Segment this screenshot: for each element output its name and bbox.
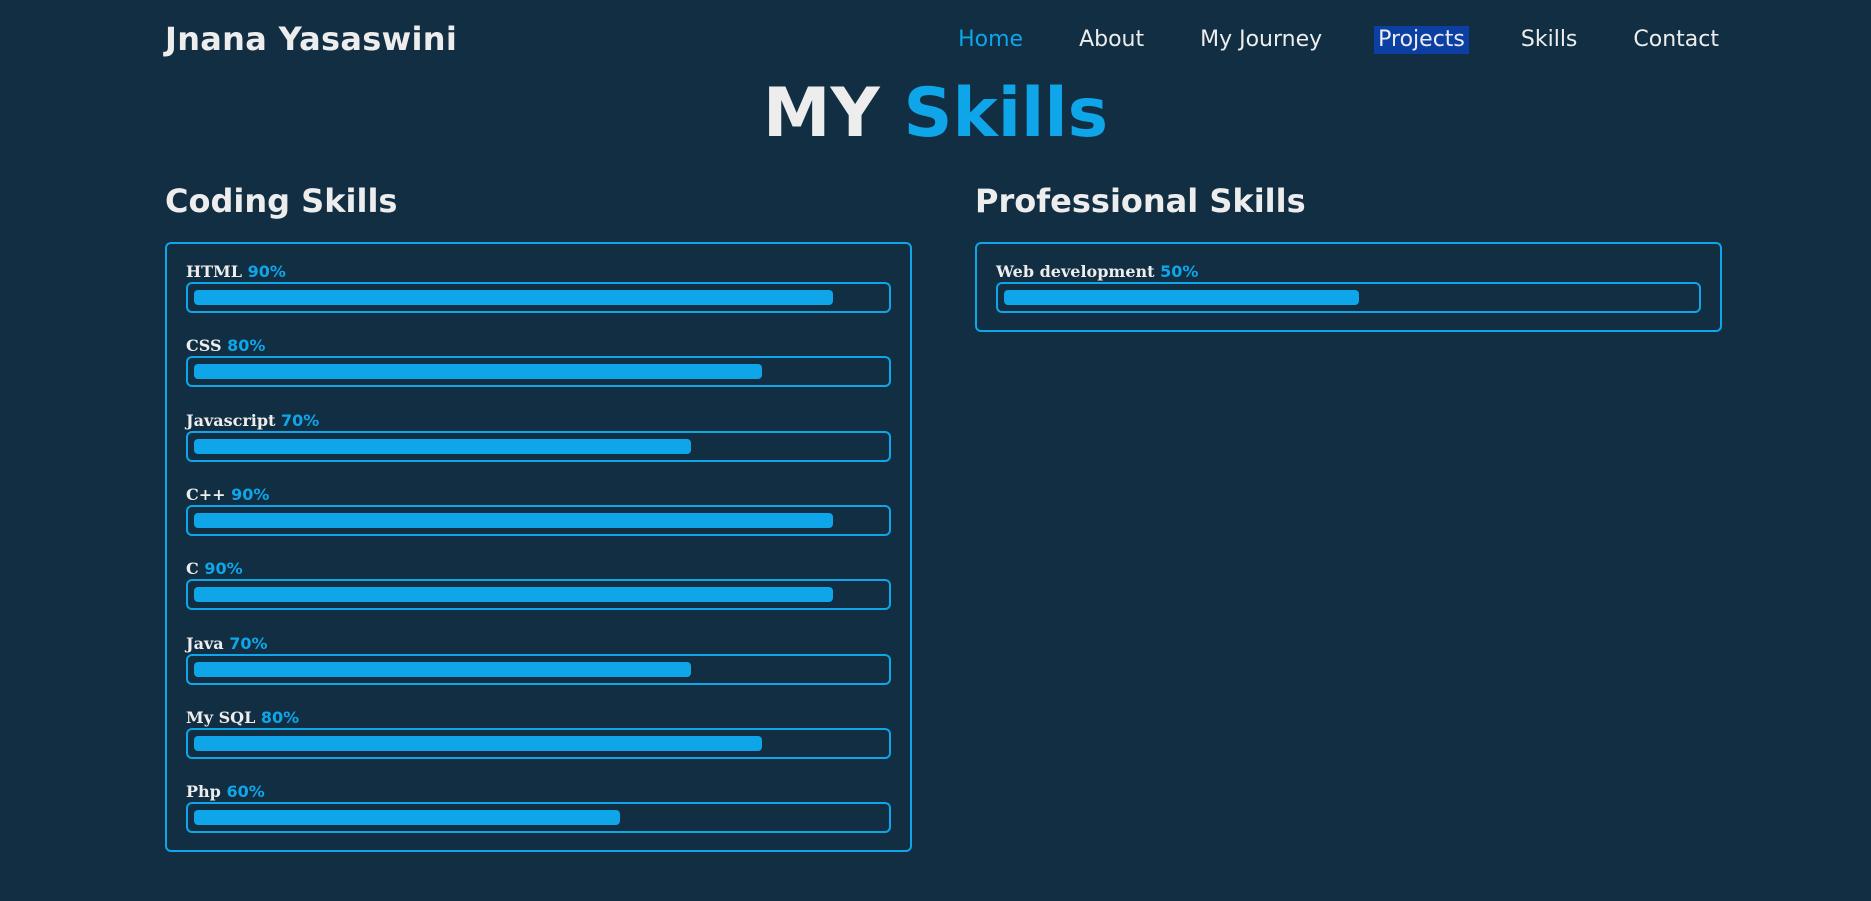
skill-progress-fill <box>194 290 833 305</box>
professional-skills-heading: Professional Skills <box>975 182 1306 220</box>
skill-percent: 80% <box>227 336 266 356</box>
skill-name: My SQL <box>186 707 256 727</box>
nav-projects[interactable]: Projects <box>1374 26 1469 54</box>
skill-name: CSS <box>186 336 222 356</box>
skill-label: Web development 50% <box>996 262 1701 282</box>
skill-progress-fill <box>1004 290 1359 305</box>
skill-progress-track <box>186 282 891 313</box>
skill-row: My SQL 80% <box>186 708 891 759</box>
skill-row: Web development 50% <box>996 262 1701 313</box>
skill-name: Php <box>186 782 221 802</box>
skill-name: Java <box>186 633 224 653</box>
skill-percent: 70% <box>229 633 268 653</box>
skill-progress-track <box>186 356 891 388</box>
page-title-accent: Skills <box>903 74 1109 153</box>
skill-label: My SQL 80% <box>186 708 891 728</box>
skill-name: Web development <box>996 262 1155 281</box>
skill-label: Javascript 70% <box>186 411 891 431</box>
skill-row: HTML 90% <box>186 262 891 313</box>
skill-progress-fill <box>194 512 833 528</box>
skill-progress-fill <box>194 810 620 826</box>
skill-progress-track <box>186 504 891 536</box>
skill-percent: 90% <box>231 484 270 504</box>
coding-skills-heading: Coding Skills <box>165 182 398 220</box>
nav-skills[interactable]: Skills <box>1517 26 1582 54</box>
skill-percent: 50% <box>1160 262 1199 281</box>
page-title: MY Skills <box>0 72 1871 156</box>
skill-progress-track <box>186 802 891 834</box>
skill-label: C 90% <box>186 559 891 579</box>
skill-row: Php 60% <box>186 782 891 834</box>
skill-row: Javascript 70% <box>186 411 891 462</box>
skill-percent: 90% <box>204 559 243 579</box>
skill-row: C 90% <box>186 559 891 611</box>
nav-my-journey[interactable]: My Journey <box>1196 26 1326 54</box>
professional-skills-panel: Web development 50% <box>975 242 1722 332</box>
skill-percent: 80% <box>260 707 300 727</box>
nav-contact[interactable]: Contact <box>1629 26 1723 54</box>
nav-home[interactable]: Home <box>954 26 1027 54</box>
skill-percent: 60% <box>226 782 265 802</box>
skill-name: HTML <box>186 262 242 281</box>
skill-label: Php 60% <box>186 782 891 802</box>
skill-label: HTML 90% <box>186 262 891 282</box>
skill-row: Java 70% <box>186 634 891 685</box>
site-logo[interactable]: Jnana Yasaswini <box>165 20 457 58</box>
coding-skills-panel: HTML 90% CSS 80% Javascript 70% C++ 90% C 90… <box>165 242 912 852</box>
skill-progress-track <box>186 579 891 611</box>
skill-progress-fill <box>194 661 691 677</box>
skill-name: Javascript <box>186 410 276 430</box>
page-title-prefix: MY <box>762 74 880 153</box>
skill-progress-fill <box>194 735 762 751</box>
skill-name: C <box>186 559 199 579</box>
skill-percent: 90% <box>247 262 286 281</box>
skill-progress-fill <box>194 587 833 603</box>
skill-label: C++ 90% <box>186 485 891 505</box>
skill-progress-fill <box>194 438 691 454</box>
skill-label: Java 70% <box>186 634 891 654</box>
skill-progress-track <box>996 282 1701 313</box>
nav-about[interactable]: About <box>1075 26 1148 54</box>
skill-row: CSS 80% <box>186 336 891 388</box>
main-nav: Home About My Journey Projects Skills Co… <box>906 26 1723 54</box>
skill-progress-track <box>186 653 891 685</box>
site-header: Jnana Yasaswini Home About My Journey Pr… <box>0 0 1871 80</box>
skill-progress-track <box>186 727 891 759</box>
skill-label: CSS 80% <box>186 336 891 356</box>
skill-progress-track <box>186 430 891 462</box>
skill-row: C++ 90% <box>186 485 891 536</box>
skill-name: C++ <box>186 484 226 504</box>
skill-progress-fill <box>194 364 762 380</box>
skill-percent: 70% <box>281 410 320 430</box>
